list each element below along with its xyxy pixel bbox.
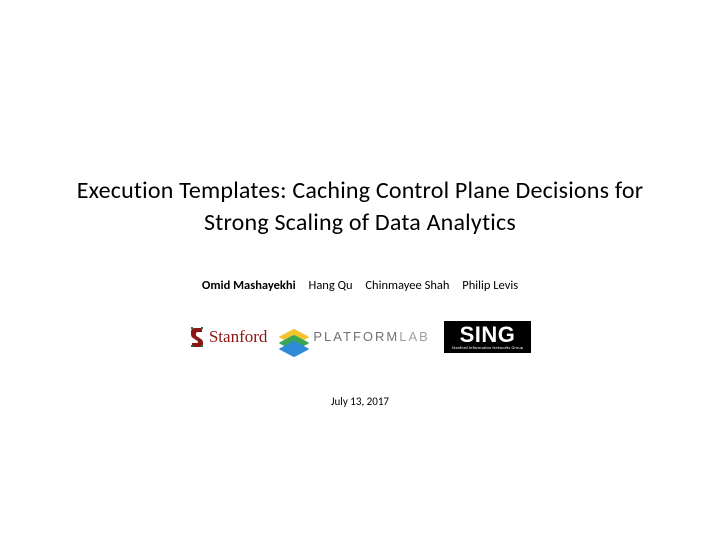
title-slide: Execution Templates: Caching Control Pla…: [0, 0, 720, 557]
sing-main: SING: [452, 324, 523, 346]
title-line-1: Execution Templates: Caching Control Pla…: [77, 176, 644, 205]
stanford-s-icon: [189, 325, 205, 349]
title-line-2: Strong Scaling of Data Analytics: [204, 208, 516, 237]
platformlab-logo: PLATFORMLAB: [281, 324, 429, 350]
platformlab-part2: LAB: [399, 329, 430, 344]
author-4: Philip Levis: [462, 278, 518, 293]
logos-row: Stanford PLATFORMLAB SING Stanford Infor…: [189, 321, 531, 353]
date-text: July 13, 2017: [331, 395, 389, 408]
stanford-logo: Stanford: [189, 325, 268, 349]
slide-title: Execution Templates: Caching Control Pla…: [77, 175, 644, 240]
authors-line: Omid Mashayekhi Hang Qu Chinmayee Shah P…: [202, 278, 518, 293]
platformlab-part1: PLATFORM: [313, 329, 399, 344]
author-lead: Omid Mashayekhi: [202, 278, 296, 293]
sing-sub: Stanford Information Networks Group: [452, 347, 523, 351]
author-2: Hang Qu: [309, 278, 353, 293]
platformlab-stack-icon: [281, 324, 307, 350]
author-3: Chinmayee Shah: [365, 278, 449, 293]
platformlab-wordmark: PLATFORMLAB: [313, 329, 429, 344]
sing-logo: SING Stanford Information Networks Group: [444, 321, 531, 353]
stanford-wordmark: Stanford: [209, 327, 268, 347]
